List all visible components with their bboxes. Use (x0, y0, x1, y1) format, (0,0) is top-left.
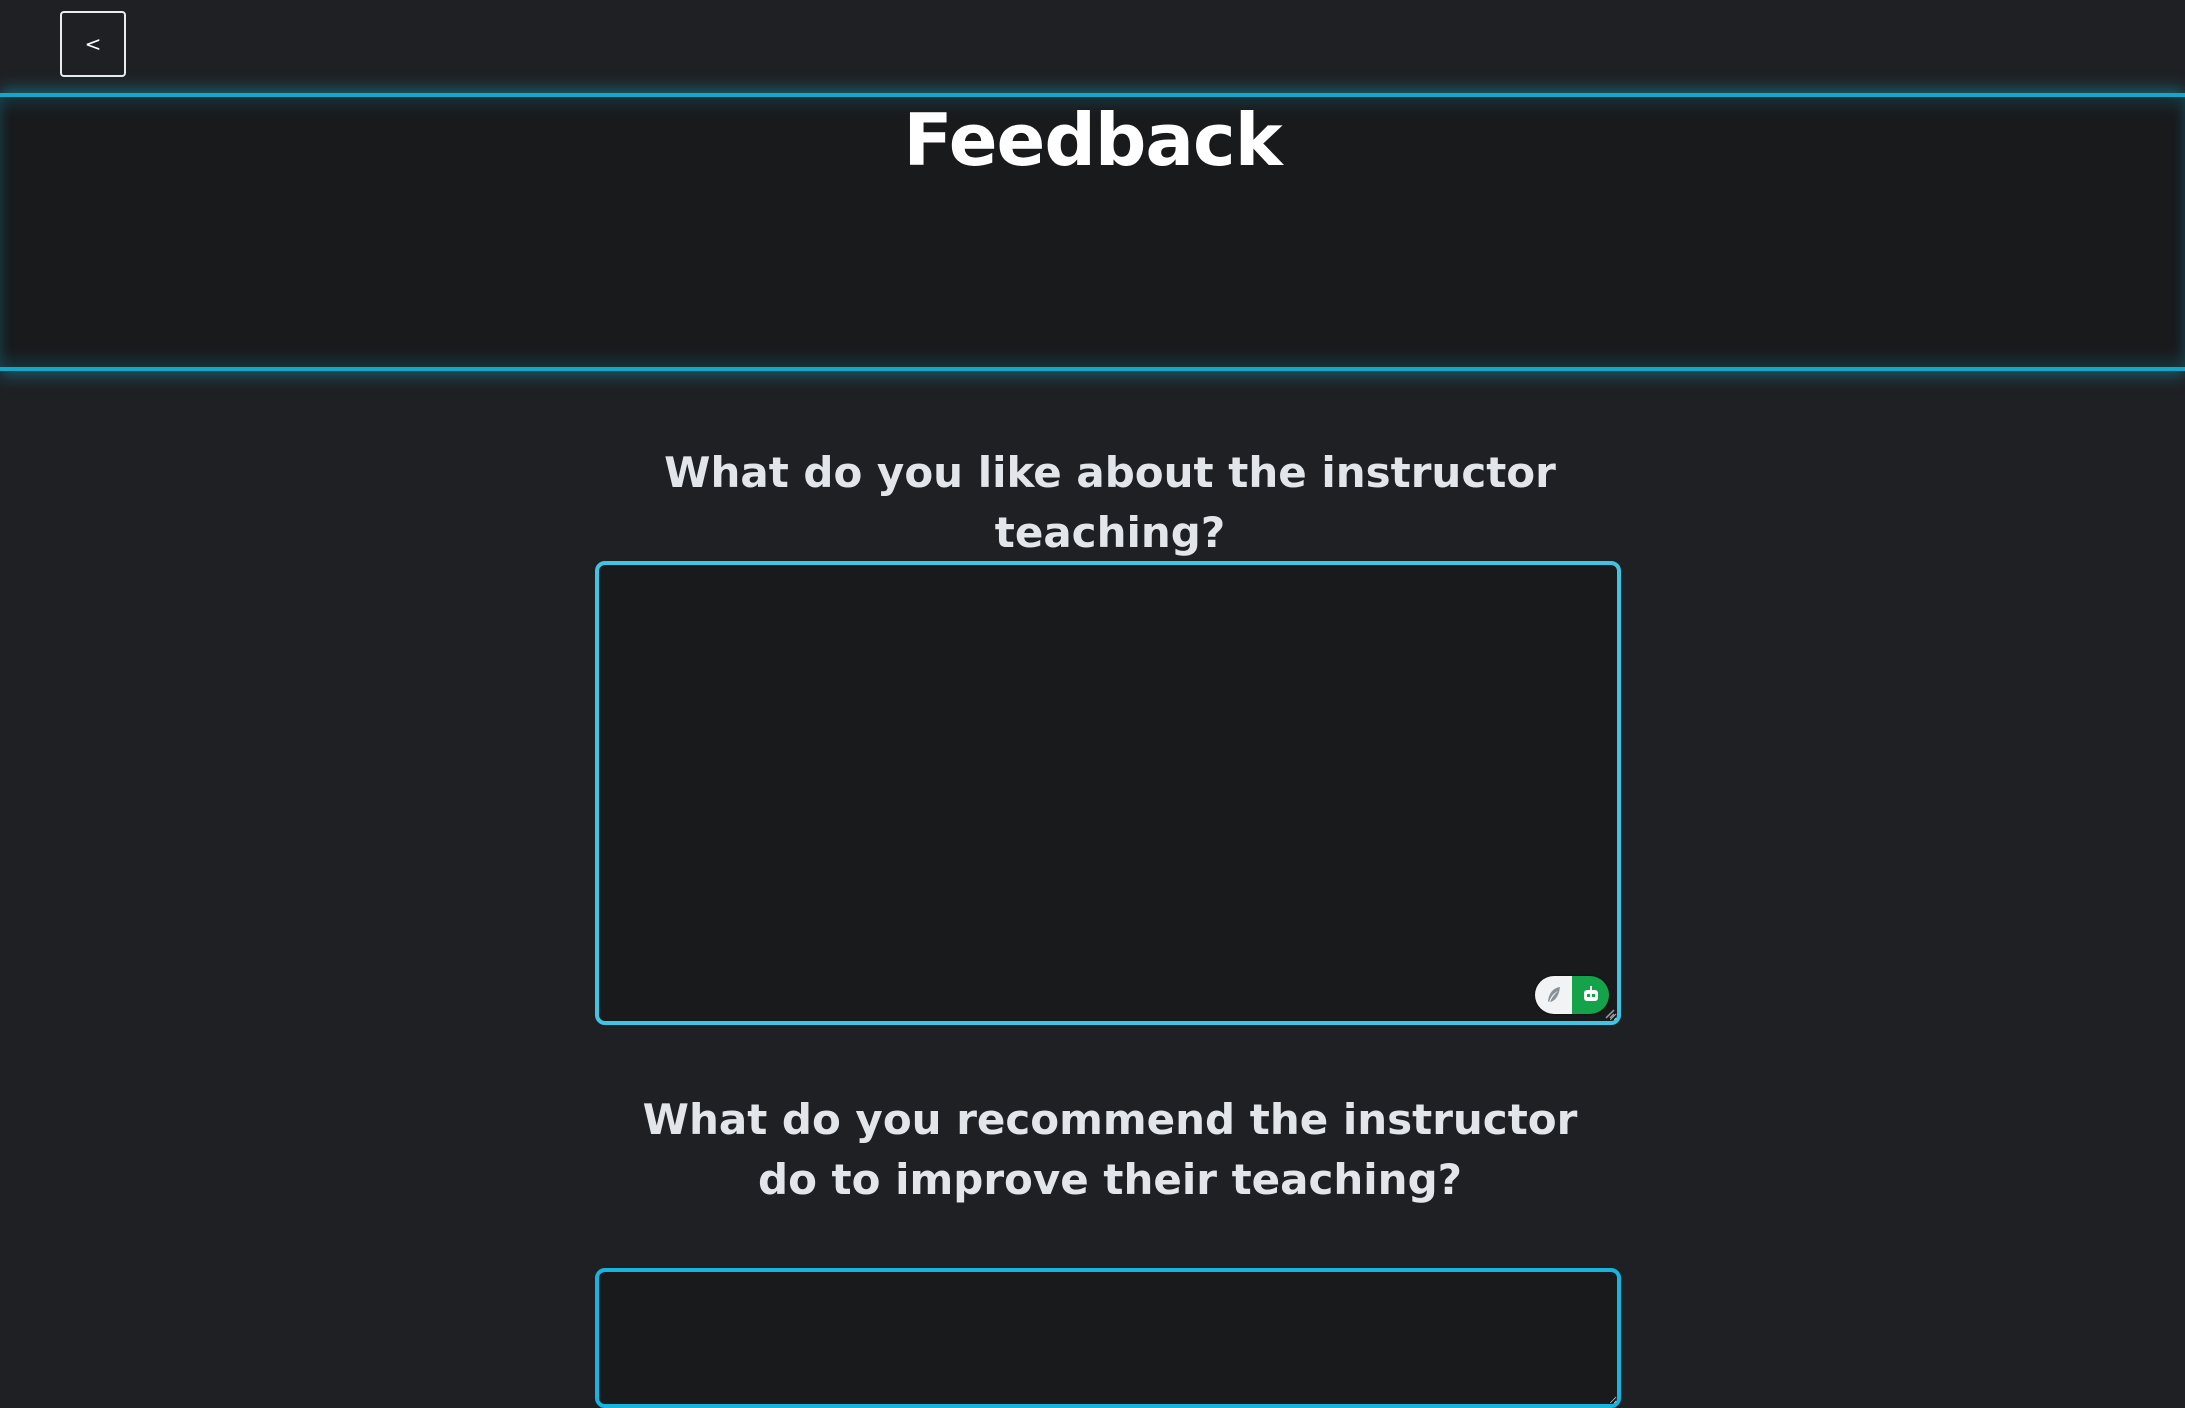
question-label-likes: What do you like about the instructor te… (664, 448, 1556, 557)
writing-assistant-widget[interactable] (1535, 976, 1609, 1014)
question-label-recommend: What do you recommend the instructor do … (642, 1095, 1578, 1204)
resize-grip-icon[interactable] (1603, 1007, 1615, 1019)
top-bar: < (0, 0, 2185, 93)
back-button[interactable]: < (60, 11, 126, 77)
feather-icon[interactable] (1535, 976, 1572, 1014)
page-title: Feedback (903, 98, 1282, 182)
likes-answer-textarea[interactable] (595, 561, 1621, 1025)
recommend-answer-textarea[interactable] (595, 1268, 1621, 1408)
